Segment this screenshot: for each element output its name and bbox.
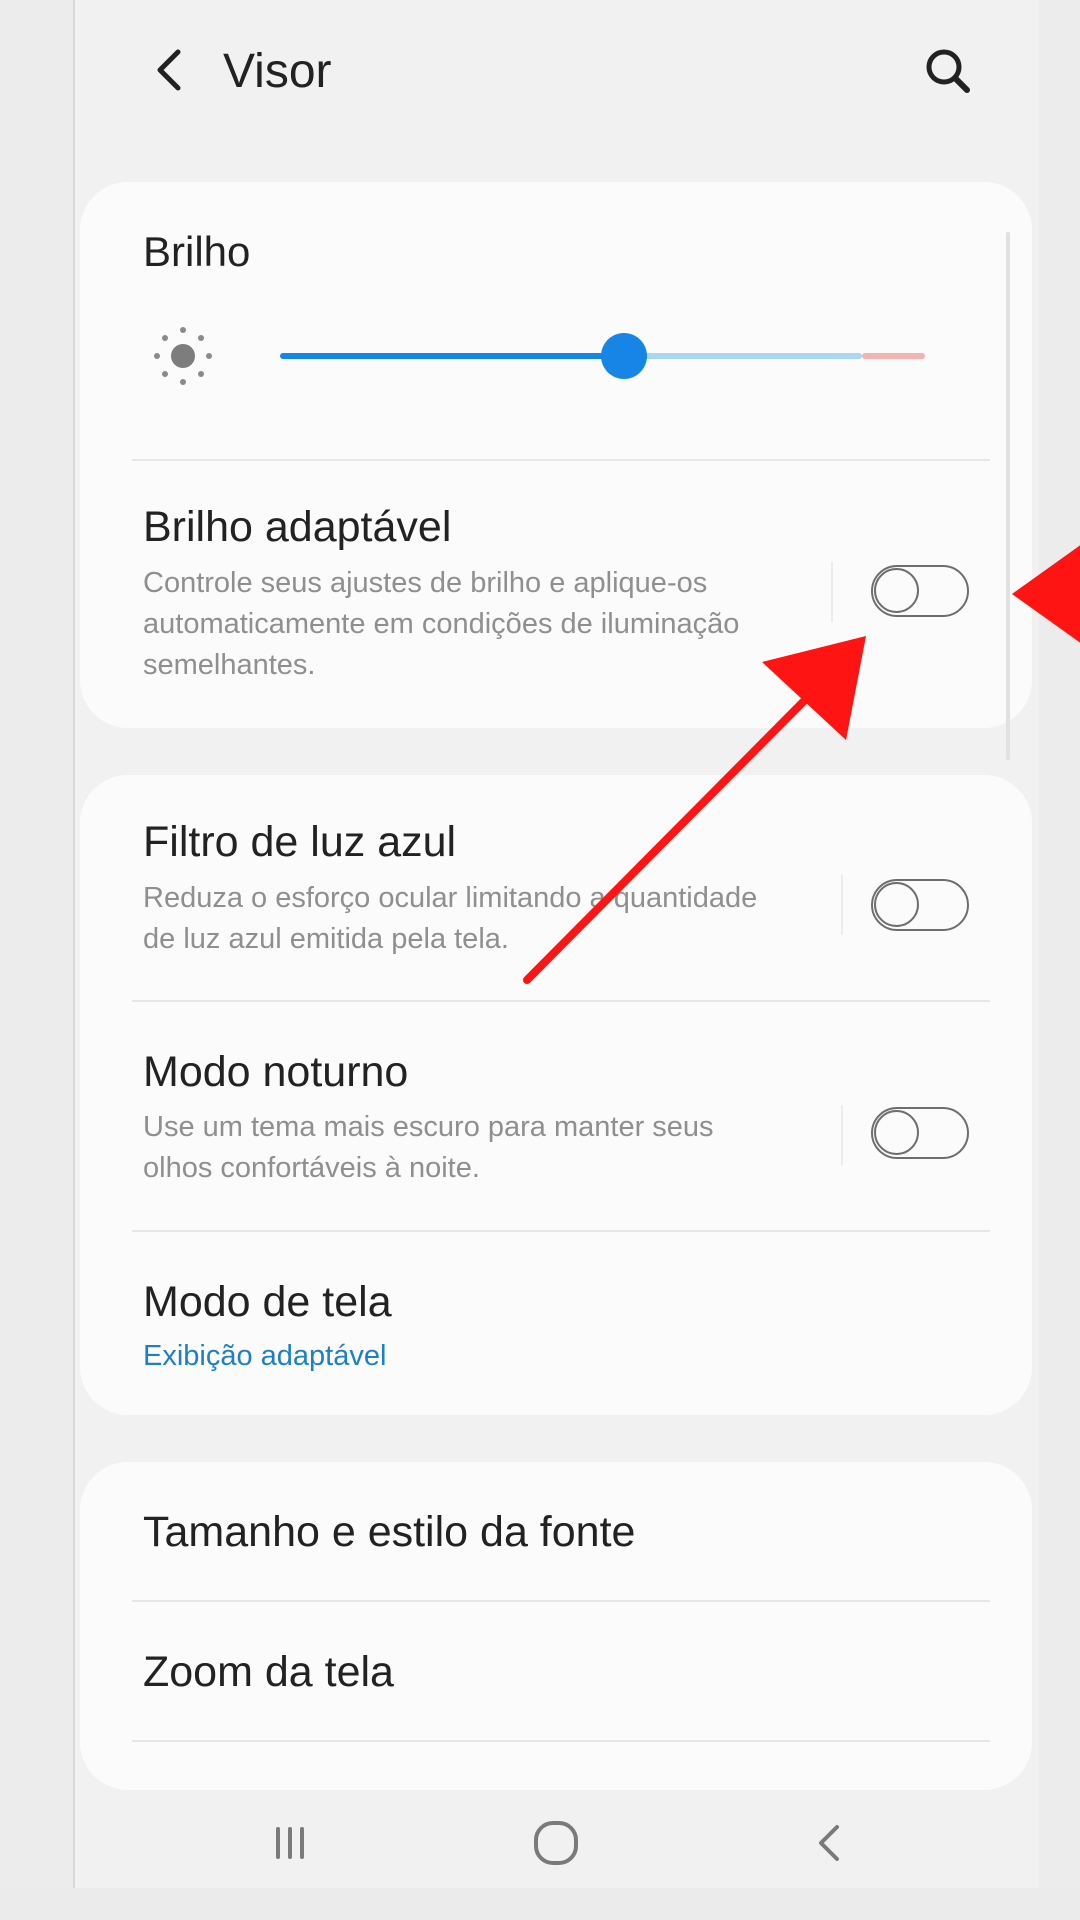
blue-light-filter-toggle[interactable] <box>871 879 969 931</box>
page-margin-bottom <box>0 1888 1080 1920</box>
home-icon[interactable] <box>526 1813 586 1873</box>
divider <box>132 1230 990 1232</box>
page-title: Visor <box>223 45 332 98</box>
brightness-card: Brilho Brilho adaptável Controle seus aj… <box>80 182 1032 728</box>
adaptive-brightness-toggle[interactable] <box>871 565 969 617</box>
setting-value: Exibição adaptável <box>143 1340 387 1372</box>
brightness-sun-icon <box>154 327 212 385</box>
setting-label: Modo de tela <box>143 1278 392 1326</box>
setting-label: Brilho adaptável <box>143 503 452 551</box>
app-bar: Visor <box>75 0 1039 150</box>
scrollbar[interactable] <box>1006 232 1010 760</box>
back-icon[interactable] <box>799 1813 859 1873</box>
divider <box>132 1000 990 1002</box>
phone-screen: Visor Brilho Brilho adaptável Controle s… <box>73 0 1041 1888</box>
search-icon[interactable] <box>917 40 981 104</box>
display-options-card: Filtro de luz azul Reduza o esforço ocul… <box>80 775 1032 1415</box>
setting-description: Reduza o esforço ocular limitando a quan… <box>143 882 758 955</box>
setting-description: Controle seus ajustes de brilho e apliqu… <box>143 567 740 681</box>
font-zoom-card: Tamanho e estilo da fonte Zoom da tela <box>80 1462 1032 1790</box>
divider <box>132 1740 990 1742</box>
toggle-knob <box>874 882 919 927</box>
slider-thumb[interactable] <box>601 333 647 379</box>
night-mode-toggle[interactable] <box>871 1107 969 1159</box>
toggle-knob <box>874 1110 919 1155</box>
separator <box>831 562 833 622</box>
slider-track-warning <box>862 353 925 359</box>
slider-track-inactive <box>624 353 862 359</box>
setting-label: Zoom da tela <box>143 1648 394 1696</box>
page-margin-right <box>1039 0 1080 1888</box>
separator <box>841 1105 843 1165</box>
brightness-label: Brilho <box>143 228 251 275</box>
separator <box>841 875 843 935</box>
setting-label: Filtro de luz azul <box>143 818 457 866</box>
setting-label: Modo noturno <box>143 1048 409 1096</box>
divider <box>132 459 990 461</box>
divider <box>132 1600 990 1602</box>
slider-track-active <box>280 353 624 359</box>
navigation-bar <box>75 1795 1039 1888</box>
setting-description: Use um tema mais escuro para manter seus… <box>143 1111 714 1184</box>
chevron-left-icon[interactable] <box>140 40 200 100</box>
recent-apps-icon[interactable] <box>260 1813 320 1873</box>
setting-label: Tamanho e estilo da fonte <box>143 1508 636 1556</box>
toggle-knob <box>874 568 919 613</box>
